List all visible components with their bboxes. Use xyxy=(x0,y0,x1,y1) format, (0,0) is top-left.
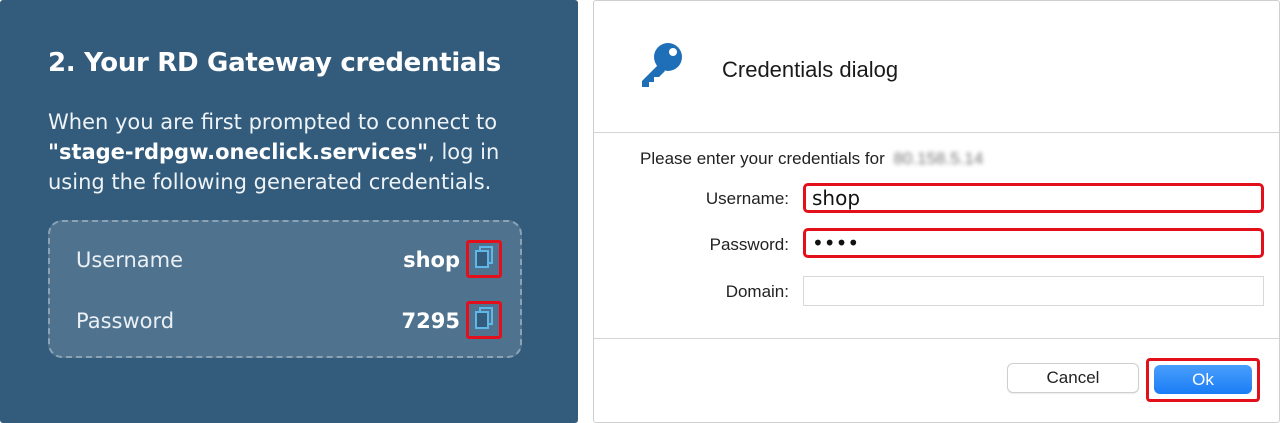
domain-field[interactable] xyxy=(803,276,1264,306)
cancel-button[interactable]: Cancel xyxy=(1007,363,1139,393)
ok-button[interactable]: Ok xyxy=(1154,365,1252,394)
key-icon xyxy=(636,39,686,96)
prompt-text: Please enter your credentials for xyxy=(640,149,885,168)
credentials-box: Username shop Password 7295 xyxy=(48,220,522,358)
dialog-title: Credentials dialog xyxy=(722,57,899,82)
credentials-dialog: Credentials dialog Please enter your cre… xyxy=(593,0,1280,423)
username-value: shop xyxy=(403,248,460,272)
dialog-header: Credentials dialog xyxy=(594,1,1279,132)
username-label: Username xyxy=(76,248,184,272)
copy-password-button[interactable] xyxy=(466,301,502,339)
gateway-host: "stage-rdpgw.oneclick.services" xyxy=(48,140,429,164)
panel-title: 2. Your RD Gateway credentials xyxy=(48,48,501,78)
copy-icon xyxy=(473,306,495,335)
password-label: Password xyxy=(76,309,175,333)
username-row: Username shop xyxy=(50,240,520,280)
password-field[interactable]: •••• xyxy=(803,228,1264,258)
password-field-label: Password: xyxy=(709,235,789,254)
header-divider xyxy=(594,132,1279,133)
footer-divider xyxy=(594,338,1279,339)
username-field[interactable]: shop xyxy=(803,183,1264,213)
username-field-label: Username: xyxy=(705,189,789,208)
password-row: Password 7295 xyxy=(50,301,520,341)
description-text-start: When you are first prompted to connect t… xyxy=(48,110,498,134)
gateway-credentials-panel: 2. Your RD Gateway credentials When you … xyxy=(0,0,578,423)
copy-icon xyxy=(473,245,495,274)
blurred-host: 80.158.5.14 xyxy=(893,149,984,168)
panel-description: When you are first prompted to connect t… xyxy=(48,107,548,197)
copy-username-button[interactable] xyxy=(466,240,502,278)
password-value: 7295 xyxy=(401,309,460,333)
domain-field-label: Domain: xyxy=(725,282,789,301)
credentials-prompt: Please enter your credentials for 80.158… xyxy=(640,149,983,169)
